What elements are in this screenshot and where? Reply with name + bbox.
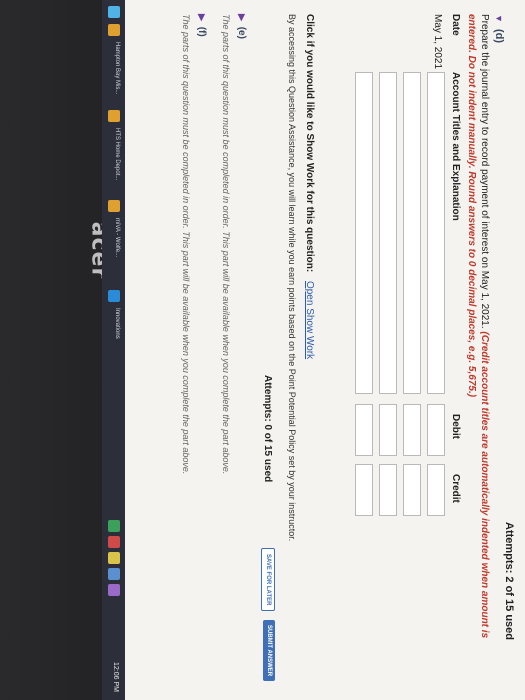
credit-input-2[interactable] <box>403 464 421 516</box>
expand-triangle-icon[interactable]: ▶ <box>197 14 207 21</box>
taskbar-item-2[interactable]: HTS Home Depot... <box>114 128 120 180</box>
part-f-locked-text: The parts of this question must be compl… <box>181 14 191 475</box>
part-f-header[interactable]: ▶ (f) <box>196 14 207 37</box>
account-input-4[interactable] <box>355 72 373 394</box>
part-e-label: (e) <box>236 26 247 39</box>
screen: Attempts: 2 of 15 used ▼ (d) Prepare the… <box>102 0 525 700</box>
part-d-header[interactable]: ▼ (d) <box>493 14 505 43</box>
expand-triangle-icon[interactable]: ▶ <box>237 14 247 21</box>
part-d-prompt: Prepare the journal entry to record paym… <box>465 14 491 674</box>
collapse-triangle-icon[interactable]: ▼ <box>494 14 504 23</box>
browser-icon[interactable] <box>108 200 120 212</box>
debit-input-3[interactable] <box>379 404 397 456</box>
credit-input-1[interactable] <box>427 464 445 516</box>
account-input-1[interactable] <box>427 72 445 394</box>
attempts-counter-top: Attempts: 2 of 15 used <box>503 522 515 640</box>
prompt-text: Prepare the journal entry to record paym… <box>479 14 490 329</box>
tray-icon[interactable] <box>108 568 120 580</box>
save-for-later-button[interactable]: SAVE FOR LATER <box>261 548 275 612</box>
tray-icon[interactable] <box>108 552 120 564</box>
debit-input-2[interactable] <box>403 404 421 456</box>
taskbar-item-1[interactable]: Hampton Bay Mis... <box>114 42 120 94</box>
tray-icon[interactable] <box>108 584 120 596</box>
entry-date: May 1, 2021 <box>432 14 443 70</box>
app-icon[interactable] <box>108 290 120 302</box>
part-f-label: (f) <box>196 26 207 37</box>
attempts-counter: Attempts: 0 of 15 used <box>262 375 273 483</box>
credit-input-3[interactable] <box>379 464 397 516</box>
windows-taskbar: Hampton Bay Mis... HTS Home Depot... miV… <box>102 0 125 700</box>
start-icon[interactable] <box>108 6 120 18</box>
taskbar-item-3[interactable]: miVA - Wolfe... <box>114 218 120 257</box>
taskbar-item-4[interactable]: Innovations <box>114 308 120 339</box>
question-content: Attempts: 2 of 15 used ▼ (d) Prepare the… <box>125 0 525 700</box>
debit-input-1[interactable] <box>427 404 445 456</box>
debit-input-4[interactable] <box>355 404 373 456</box>
part-d-label: (d) <box>493 28 505 44</box>
part-e-locked-text: The parts of this question must be compl… <box>221 14 231 475</box>
part-e-header[interactable]: ▶ (e) <box>236 14 247 39</box>
open-show-work-link[interactable]: Open Show Work <box>304 281 315 359</box>
debit-header: Debit <box>450 414 461 439</box>
account-input-2[interactable] <box>403 72 421 394</box>
credit-input-4[interactable] <box>355 464 373 516</box>
assistance-note: By accessing this Question Assistance, y… <box>287 14 297 542</box>
taskbar-clock: 12:06 PM <box>112 662 119 692</box>
browser-icon[interactable] <box>108 24 120 36</box>
account-header: Account Titles and Explanation <box>450 72 461 221</box>
show-work-question: Click if you would like to Show Work for… <box>304 14 315 273</box>
tray-icon[interactable] <box>108 520 120 532</box>
date-header: Date <box>450 14 461 36</box>
browser-icon[interactable] <box>108 110 120 122</box>
account-input-3[interactable] <box>379 72 397 394</box>
show-work-row: Click if you would like to Show Work for… <box>304 14 315 359</box>
tray-icon[interactable] <box>108 536 120 548</box>
credit-header: Credit <box>450 474 461 503</box>
submit-answer-button[interactable]: SUBMIT ANSWER <box>263 620 275 682</box>
